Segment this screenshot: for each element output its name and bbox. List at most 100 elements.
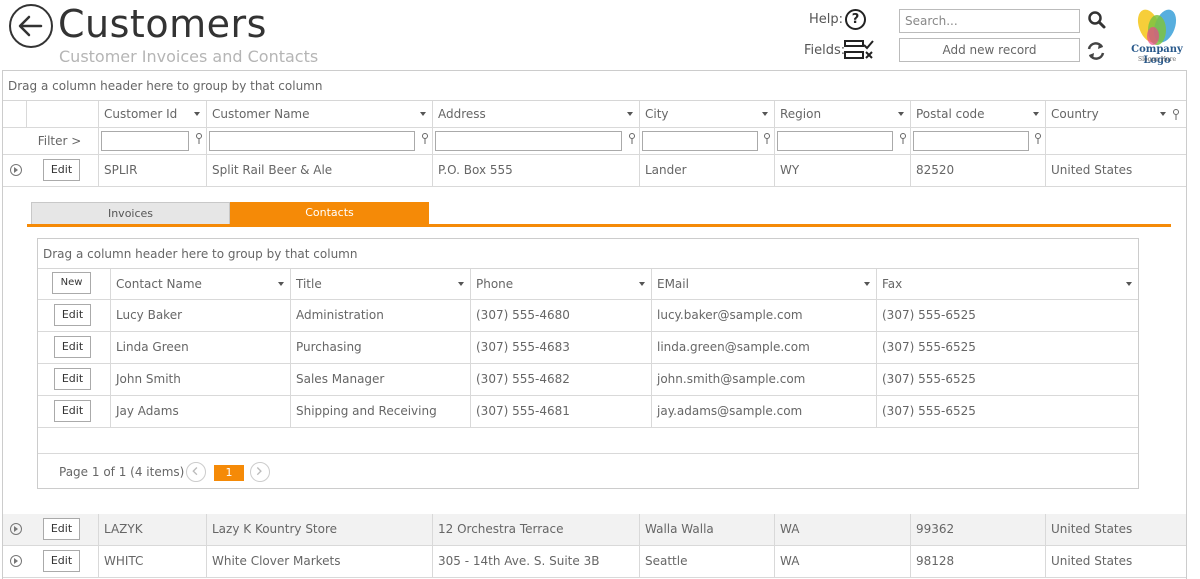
add-new-record-button[interactable]: Add new record [899,38,1080,62]
refresh-icon[interactable] [1085,40,1107,62]
row-expander[interactable] [3,546,27,577]
filter-input-address[interactable] [435,131,622,151]
new-contact-button[interactable]: New [52,272,91,294]
filter-pin-icon[interactable] [421,133,429,145]
filter-input-customer-id[interactable] [101,131,189,151]
filter-cell-customer-name [207,128,433,154]
cell-city: Walla Walla [640,514,775,545]
column-header-postal-code[interactable]: Postal code [911,101,1046,127]
filter-cell-address [433,128,640,154]
edit-button[interactable]: Edit [54,336,91,358]
chevron-down-icon [639,282,645,286]
column-header-email[interactable]: EMail [652,269,877,299]
table-row: Edit Linda Green Purchasing (307) 555-46… [38,332,1138,364]
magnifier-icon[interactable] [1087,10,1107,30]
cell-country: United States [1051,163,1133,177]
cell-email: john.smith@sample.com [652,364,877,395]
cell-customer-id: LAZYK [99,514,207,545]
filter-input-customer-name[interactable] [209,131,415,151]
cell-title: Shipping and Receiving [291,396,471,427]
filter-input-city[interactable] [642,131,758,151]
cell-address: P.O. Box 555 [433,155,640,186]
expand-circle-icon [10,523,22,535]
cell-region: WA [775,514,911,545]
pager-next-button[interactable] [250,462,270,482]
contacts-pager: Page 1 of 1 (4 items) 1 [38,453,1138,489]
column-header-title[interactable]: Title [291,269,471,299]
filter-pin-icon[interactable] [195,133,203,145]
cell-postal-code: 82520 [911,155,1046,186]
edit-button[interactable]: Edit [43,550,80,572]
chevron-down-icon [898,112,904,116]
edit-button[interactable]: Edit [43,159,80,181]
contacts-group-panel[interactable]: Drag a column header here to group by th… [38,239,1138,269]
filter-pin-icon[interactable] [1034,133,1042,145]
filter-input-postal-code[interactable] [913,131,1029,151]
chevron-down-icon [864,282,870,286]
filter-pin-icon[interactable] [899,133,907,145]
filter-cell-city [640,128,775,154]
help-label: Help: [809,12,844,27]
cell-contact-name: Linda Green [111,332,291,363]
column-header-phone[interactable]: Phone [471,269,652,299]
cell-phone: (307) 555-4680 [471,300,652,331]
column-header-contact-name[interactable]: Contact Name [111,269,291,299]
search-input[interactable] [899,9,1080,33]
filter-label: Filter > [3,128,99,154]
fields-label: Fields: [804,43,846,58]
edit-button[interactable]: Edit [43,518,80,540]
chevron-down-icon [1126,282,1132,286]
filter-cell-customer-id [99,128,207,154]
filter-pin-icon[interactable] [1172,109,1180,121]
cell-country: United States [1051,554,1133,568]
cell-customer-id: SPLIR [99,155,207,186]
filter-pin-icon[interactable] [763,133,771,145]
column-header-country[interactable]: Country [1046,101,1186,127]
columns-toggle-icon[interactable] [844,40,874,60]
row-command-cell: Edit [27,546,99,577]
pager-prev-button[interactable] [186,462,206,482]
column-header-customer-name[interactable]: Customer Name [207,101,433,127]
tab-contacts[interactable]: Contacts [230,202,429,224]
filter-cell-postal-code [911,128,1046,154]
edit-button[interactable]: Edit [54,304,91,326]
expand-circle-icon [10,555,22,567]
cell-region: WY [775,155,911,186]
chevron-right-icon [256,467,262,476]
back-button[interactable] [9,4,53,48]
column-header-fax[interactable]: Fax [877,269,1138,299]
group-panel[interactable]: Drag a column header here to group by th… [3,71,1186,101]
cell-email: lucy.baker@sample.com [652,300,877,331]
column-header-address[interactable]: Address [433,101,640,127]
edit-button[interactable]: Edit [54,368,91,390]
row-command-cell: Edit [38,300,111,331]
edit-button[interactable]: Edit [54,400,91,422]
cell-city: Seattle [640,546,775,577]
row-command-cell: Edit [38,396,111,427]
cell-city: Lander [640,155,775,186]
table-row: Edit WHITC White Clover Markets 305 - 14… [3,546,1186,578]
table-row: Edit SPLIR Split Rail Beer & Ale P.O. Bo… [3,155,1186,187]
contacts-header-command-cell: New [38,269,111,299]
filter-input-region[interactable] [777,131,893,151]
expand-circle-icon [10,164,22,176]
row-expander[interactable] [3,514,27,545]
chevron-down-icon [194,112,200,116]
table-row: Edit Lucy Baker Administration (307) 555… [38,300,1138,332]
row-expander[interactable] [3,155,27,186]
pager-current-page[interactable]: 1 [214,465,244,481]
column-header-customer-id[interactable]: Customer Id [99,101,207,127]
column-header-city[interactable]: City [640,101,775,127]
question-circle-icon[interactable]: ? [845,9,866,30]
chevron-down-icon [278,282,284,286]
grid-header-row: Customer Id Customer Name Address City R… [3,101,1186,128]
filter-cell-country [1046,128,1186,154]
column-header-region[interactable]: Region [775,101,911,127]
cell-fax: (307) 555-6525 [882,372,976,386]
tab-invoices[interactable]: Invoices [31,202,230,224]
cell-contact-name: Lucy Baker [111,300,291,331]
cell-address: 12 Orchestra Terrace [433,514,640,545]
filter-pin-icon[interactable] [628,133,636,145]
chevron-down-icon [1033,112,1039,116]
cell-fax: (307) 555-6525 [882,340,976,354]
